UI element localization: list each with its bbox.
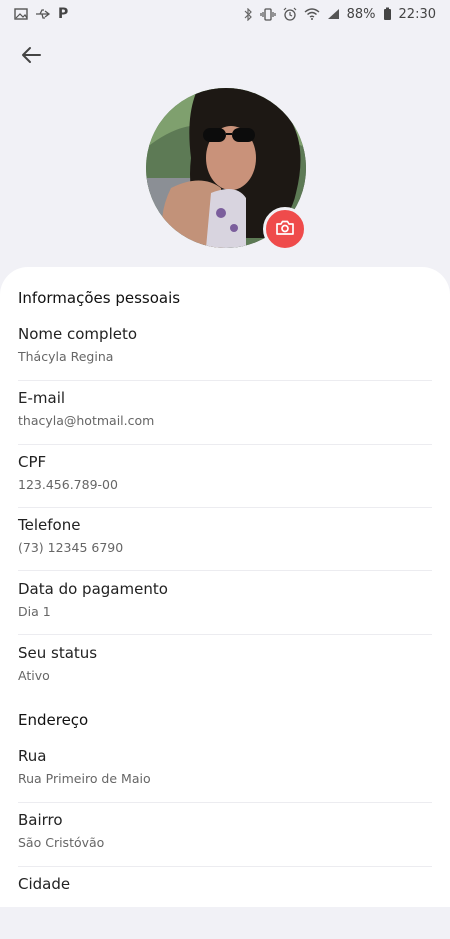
profile-details-card: Informações pessoais Nome completo Thácy… <box>0 267 450 907</box>
parking-icon: P <box>58 6 69 22</box>
divider <box>18 634 432 635</box>
field-label: CPF <box>18 453 47 471</box>
divider <box>18 507 432 508</box>
divider <box>18 444 432 445</box>
divider <box>18 866 432 867</box>
field-label: Nome completo <box>18 325 138 343</box>
alarm-icon <box>283 7 297 21</box>
wifi-icon <box>304 8 320 20</box>
status-bar: P 88% 22:30 <box>0 0 450 28</box>
field-label: E-mail <box>18 389 66 407</box>
bluetooth-icon <box>244 7 253 21</box>
image-icon <box>14 8 28 20</box>
camera-icon <box>276 220 294 239</box>
field-label: Cidade <box>18 875 71 893</box>
field-value: São Cristóvão <box>18 835 105 850</box>
field-value: Thácyla Regina <box>18 349 114 364</box>
back-button[interactable] <box>16 44 46 70</box>
field-label: Bairro <box>18 811 63 829</box>
field-value: Rua Primeiro de Maio <box>18 771 151 786</box>
field-city[interactable]: Cidade <box>18 875 432 939</box>
field-value: Ativo <box>18 668 50 683</box>
personal-info-title: Informações pessoais <box>18 289 181 307</box>
field-label: Telefone <box>18 516 81 534</box>
field-label: Data do pagamento <box>18 580 168 598</box>
usb-icon <box>35 8 51 20</box>
profile-avatar-container <box>146 88 307 251</box>
battery-icon <box>383 7 392 21</box>
vibrate-icon <box>260 7 276 21</box>
divider <box>18 570 432 571</box>
status-bar-left: P <box>14 6 68 22</box>
field-value: Dia 1 <box>18 604 51 619</box>
status-bar-right: 88% 22:30 <box>244 7 436 22</box>
battery-percent: 88% <box>346 6 376 22</box>
field-label: Seu status <box>18 644 98 662</box>
field-value: 123.456.789-00 <box>18 477 118 492</box>
address-title: Endereço <box>18 711 89 729</box>
arrow-left-icon <box>21 46 41 68</box>
divider <box>18 802 432 803</box>
field-value: thacyla@hotmail.com <box>18 413 155 428</box>
field-status[interactable]: Seu status Ativo <box>18 644 432 708</box>
field-label: Rua <box>18 747 47 765</box>
signal-icon <box>327 8 340 20</box>
divider <box>18 380 432 381</box>
status-time: 22:30 <box>398 6 436 22</box>
change-photo-button[interactable] <box>263 207 307 251</box>
field-value: (73) 12345 6790 <box>18 540 124 555</box>
